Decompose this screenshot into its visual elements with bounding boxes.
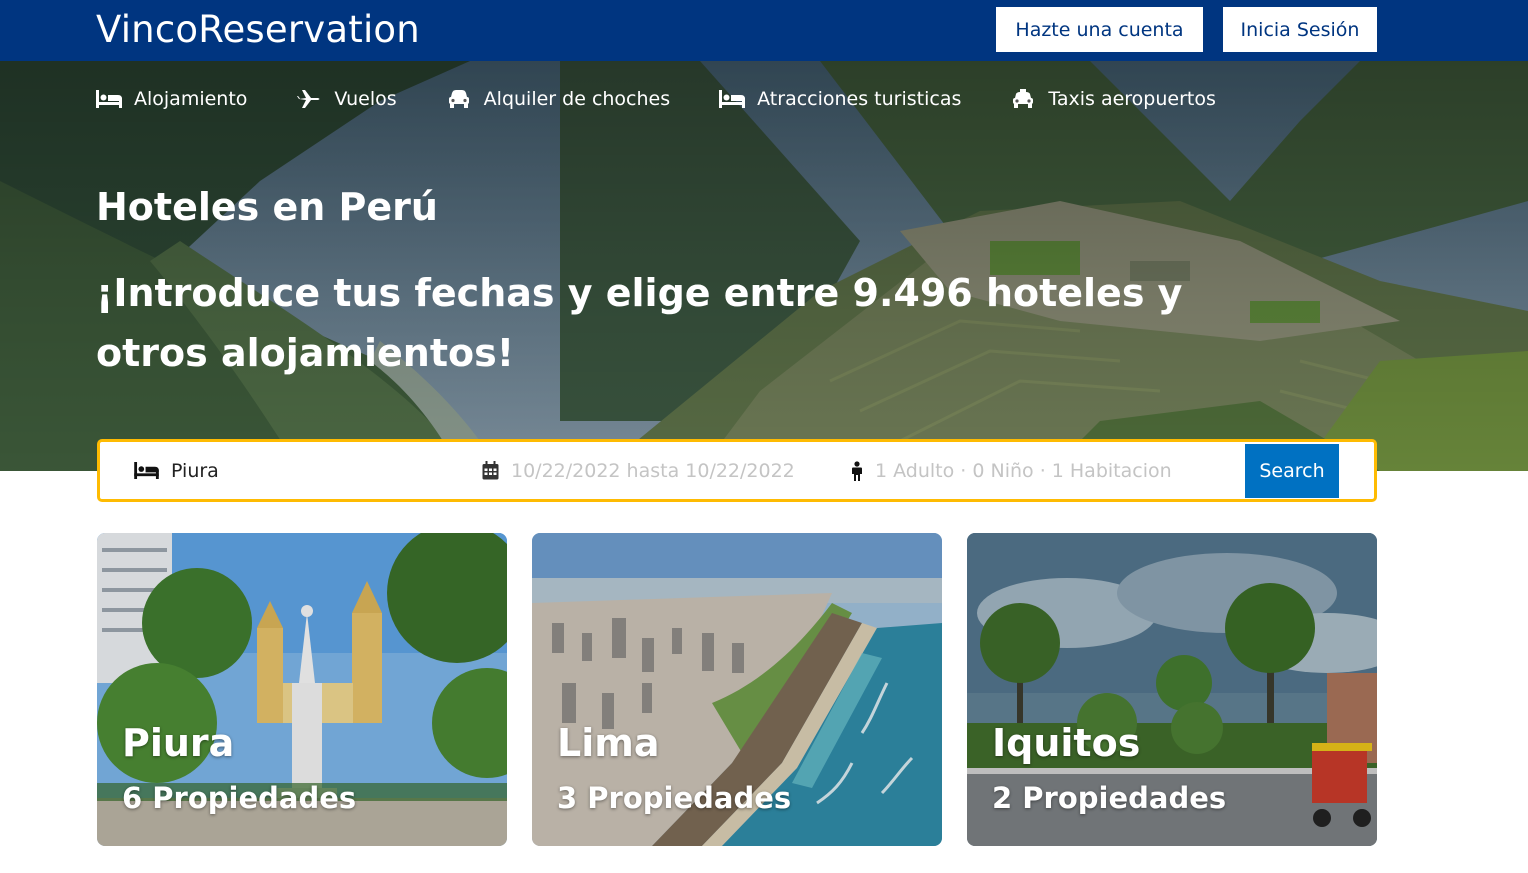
taxi-icon <box>1010 89 1036 109</box>
bed-icon <box>719 89 746 109</box>
nav-item-atracciones[interactable]: Atracciones turisticas <box>719 88 961 110</box>
nav-item-alojamiento[interactable]: Alojamiento <box>96 88 247 110</box>
card-property-count: 3 Propiedades <box>557 781 792 815</box>
card-city-name: Piura <box>122 721 235 765</box>
card-property-count: 6 Propiedades <box>122 781 357 815</box>
page-title: Hoteles en Perú <box>96 185 438 229</box>
category-nav: Alojamiento Vuelos Alquiler de choches A… <box>96 88 1265 110</box>
nav-item-label: Alquiler de choches <box>483 88 671 110</box>
nav-item-label: Atracciones turisticas <box>757 88 962 110</box>
city-card-piura[interactable]: Piura 6 Propiedades <box>97 533 507 846</box>
login-button[interactable]: Inicia Sesión <box>1223 7 1377 52</box>
top-bar: VincoReservation Hazte una cuenta Inicia… <box>0 0 1528 61</box>
search-button[interactable]: Search <box>1245 444 1339 498</box>
bed-icon <box>96 89 122 109</box>
nav-item-label: Vuelos <box>334 88 397 110</box>
card-city-name: Lima <box>557 721 660 765</box>
card-property-count: 2 Propiedades <box>992 781 1227 815</box>
nav-item-vuelos[interactable]: Vuelos <box>296 88 397 110</box>
city-card-lima[interactable]: Lima 3 Propiedades <box>532 533 942 846</box>
nav-item-alquiler[interactable]: Alquiler de choches <box>446 88 670 110</box>
guests-field[interactable]: 1 Adulto · 0 Niño · 1 Habitacion <box>851 442 1172 499</box>
nav-item-taxis[interactable]: Taxis aeropuertos <box>1010 88 1216 110</box>
bed-icon <box>134 462 159 479</box>
dates-input[interactable]: 10/22/2022 hasta 10/22/2022 <box>511 460 795 482</box>
signup-button[interactable]: Hazte una cuenta <box>996 7 1203 52</box>
car-icon <box>446 89 472 109</box>
plane-icon <box>296 89 322 109</box>
search-bar: Piura 10/22/2022 hasta 10/22/2022 1 Adul… <box>97 439 1377 502</box>
hero-banner: Alojamiento Vuelos Alquiler de choches A… <box>0 61 1528 471</box>
person-icon <box>851 460 863 481</box>
destination-field[interactable]: Piura <box>134 442 219 499</box>
city-card-iquitos[interactable]: Iquitos 2 Propiedades <box>967 533 1377 846</box>
guests-input[interactable]: 1 Adulto · 0 Niño · 1 Habitacion <box>875 460 1172 482</box>
destination-input[interactable]: Piura <box>171 460 219 482</box>
nav-item-label: Taxis aeropuertos <box>1048 88 1216 110</box>
calendar-icon <box>482 461 499 480</box>
nav-item-label: Alojamiento <box>134 88 248 110</box>
card-city-name: Iquitos <box>992 721 1141 765</box>
hero-subtitle: ¡Introduce tus fechas y elige entre 9.49… <box>96 271 1183 375</box>
dates-field[interactable]: 10/22/2022 hasta 10/22/2022 <box>482 442 795 499</box>
brand-logo[interactable]: VincoReservation <box>96 8 420 51</box>
